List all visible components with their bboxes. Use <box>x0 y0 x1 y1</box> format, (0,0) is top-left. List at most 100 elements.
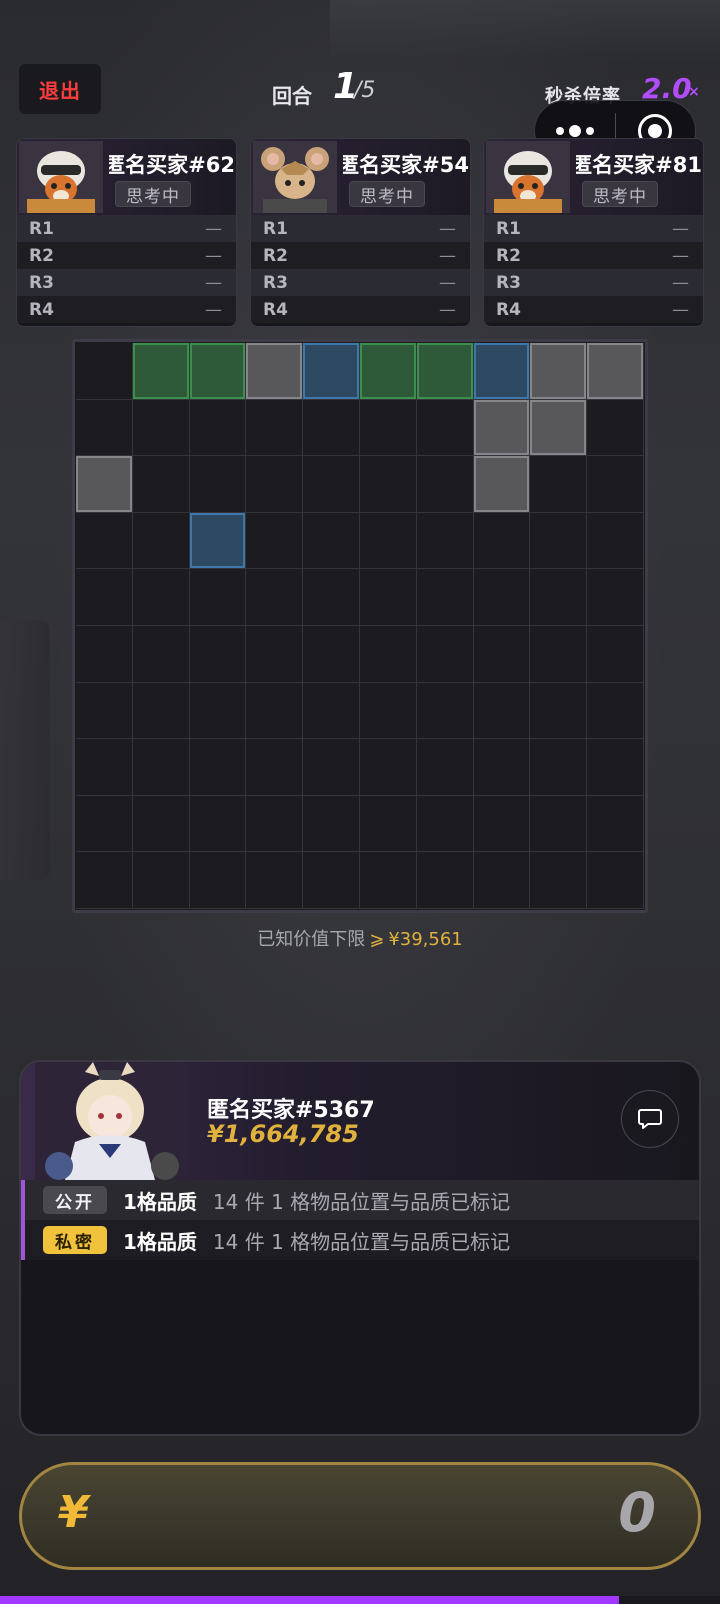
grid-cell <box>530 739 588 796</box>
timer-progress-bar <box>0 1596 720 1604</box>
grid-cell <box>530 456 588 513</box>
grid-cell <box>530 795 588 853</box>
chat-button[interactable] <box>621 1090 679 1148</box>
grid-cell <box>303 512 360 570</box>
grid-cell <box>473 795 531 853</box>
grid-cell <box>76 795 133 853</box>
grid-cell <box>359 569 417 626</box>
grid-cell <box>530 852 588 909</box>
grid-cell-gray <box>76 456 133 513</box>
round-row: R2— <box>484 242 703 269</box>
player-name: 匿名买家#62 <box>109 153 235 177</box>
grid-cell <box>359 682 417 740</box>
grid-cell <box>303 399 360 457</box>
grid-cell <box>76 512 133 570</box>
grid-cell-gray <box>530 343 588 400</box>
grid-cell <box>303 569 360 626</box>
round-total: /5 <box>354 78 376 103</box>
grid-cell <box>587 512 644 570</box>
grid-cell-gray <box>246 343 304 400</box>
round-row: R1— <box>251 215 470 242</box>
player-name: 匿名买家#81 <box>576 153 702 177</box>
grid-cell <box>76 399 133 457</box>
grid-cell-gray <box>473 456 531 513</box>
grid-cell <box>359 795 417 853</box>
grid-cell <box>416 569 474 626</box>
clue-title: 1格品质 <box>123 1229 197 1254</box>
grid-cell <box>587 456 644 513</box>
grid-cell <box>189 739 247 796</box>
clue-desc: 14 件 1 格物品位置与品质已标记 <box>212 1189 511 1214</box>
grid-cell <box>76 569 133 626</box>
grid-cell-green <box>359 343 417 400</box>
grid-cell <box>359 625 417 683</box>
item-grid <box>72 339 648 913</box>
grid-cell <box>416 795 474 853</box>
grid-cell <box>132 569 190 626</box>
multiplier-suffix: × <box>688 84 700 100</box>
grid-cell <box>530 682 588 740</box>
my-money: ¥1,664,785 <box>207 1120 359 1148</box>
grid-cell <box>303 682 360 740</box>
exit-button[interactable]: 退出 <box>19 64 101 114</box>
grid-cell <box>359 456 417 513</box>
grid-cell <box>76 625 133 683</box>
round-label: 回合 <box>272 84 312 108</box>
clue-row-public: 公开 1格品质 14 件 1 格物品位置与品质已标记 <box>21 1180 699 1220</box>
grid-cell <box>359 399 417 457</box>
timer-progress-fill <box>0 1596 620 1604</box>
grid-cell <box>189 399 247 457</box>
bid-value: 0 <box>618 1481 656 1544</box>
bid-input[interactable]: ¥ 0 <box>19 1462 701 1570</box>
grid-cell <box>132 456 190 513</box>
grid-cell <box>416 512 474 570</box>
grid-cell <box>132 512 190 570</box>
round-row: R1— <box>484 215 703 242</box>
player-status: 思考中 <box>582 181 658 207</box>
grid-cell <box>132 795 190 853</box>
round-row: R2— <box>251 242 470 269</box>
grid-cell <box>587 739 644 796</box>
grid-cell-gray <box>473 399 531 457</box>
grid-cell-blue <box>189 512 247 570</box>
grid-cell <box>246 569 304 626</box>
grid-cell <box>132 852 190 909</box>
grid-cell <box>246 399 304 457</box>
grid-cell-green <box>189 343 247 400</box>
clue-row-private: 私密 1格品质 14 件 1 格物品位置与品质已标记 <box>21 1220 699 1260</box>
background-beam <box>330 0 720 60</box>
player-card: 匿名买家#62 思考中 R1— R2— R3— R4— <box>16 138 237 327</box>
round-row: R4— <box>251 296 470 323</box>
clue-title: 1格品质 <box>123 1189 197 1214</box>
grid-cell <box>416 739 474 796</box>
bunny-girl-avatar <box>35 1062 185 1180</box>
grid-cell <box>530 569 588 626</box>
grid-cell <box>132 399 190 457</box>
grid-cell-green <box>132 343 190 400</box>
grid-cell <box>587 682 644 740</box>
round-row: R3— <box>251 269 470 296</box>
grid-cell <box>473 625 531 683</box>
grid-cell <box>473 512 531 570</box>
grid-cell-gray <box>530 399 588 457</box>
grid-cell <box>359 852 417 909</box>
grid-cell <box>473 739 531 796</box>
grid-cell <box>587 399 644 457</box>
round-row: R1— <box>17 215 236 242</box>
grid-cell <box>189 456 247 513</box>
round-row: R3— <box>484 269 703 296</box>
private-tag: 私密 <box>43 1226 107 1254</box>
grid-cell <box>303 852 360 909</box>
grid-cell <box>530 625 588 683</box>
grid-cell <box>132 739 190 796</box>
grid-cell <box>359 739 417 796</box>
grid-cell <box>76 682 133 740</box>
grid-cell <box>416 625 474 683</box>
grid-cell <box>246 456 304 513</box>
fox-pilot-avatar <box>19 141 103 213</box>
grid-cell <box>587 795 644 853</box>
grid-cell <box>416 852 474 909</box>
grid-cell <box>246 682 304 740</box>
value-lower-bound: 已知价值下限 ⩾ ¥39,561 <box>257 929 463 950</box>
grid-cell-blue <box>473 343 531 400</box>
